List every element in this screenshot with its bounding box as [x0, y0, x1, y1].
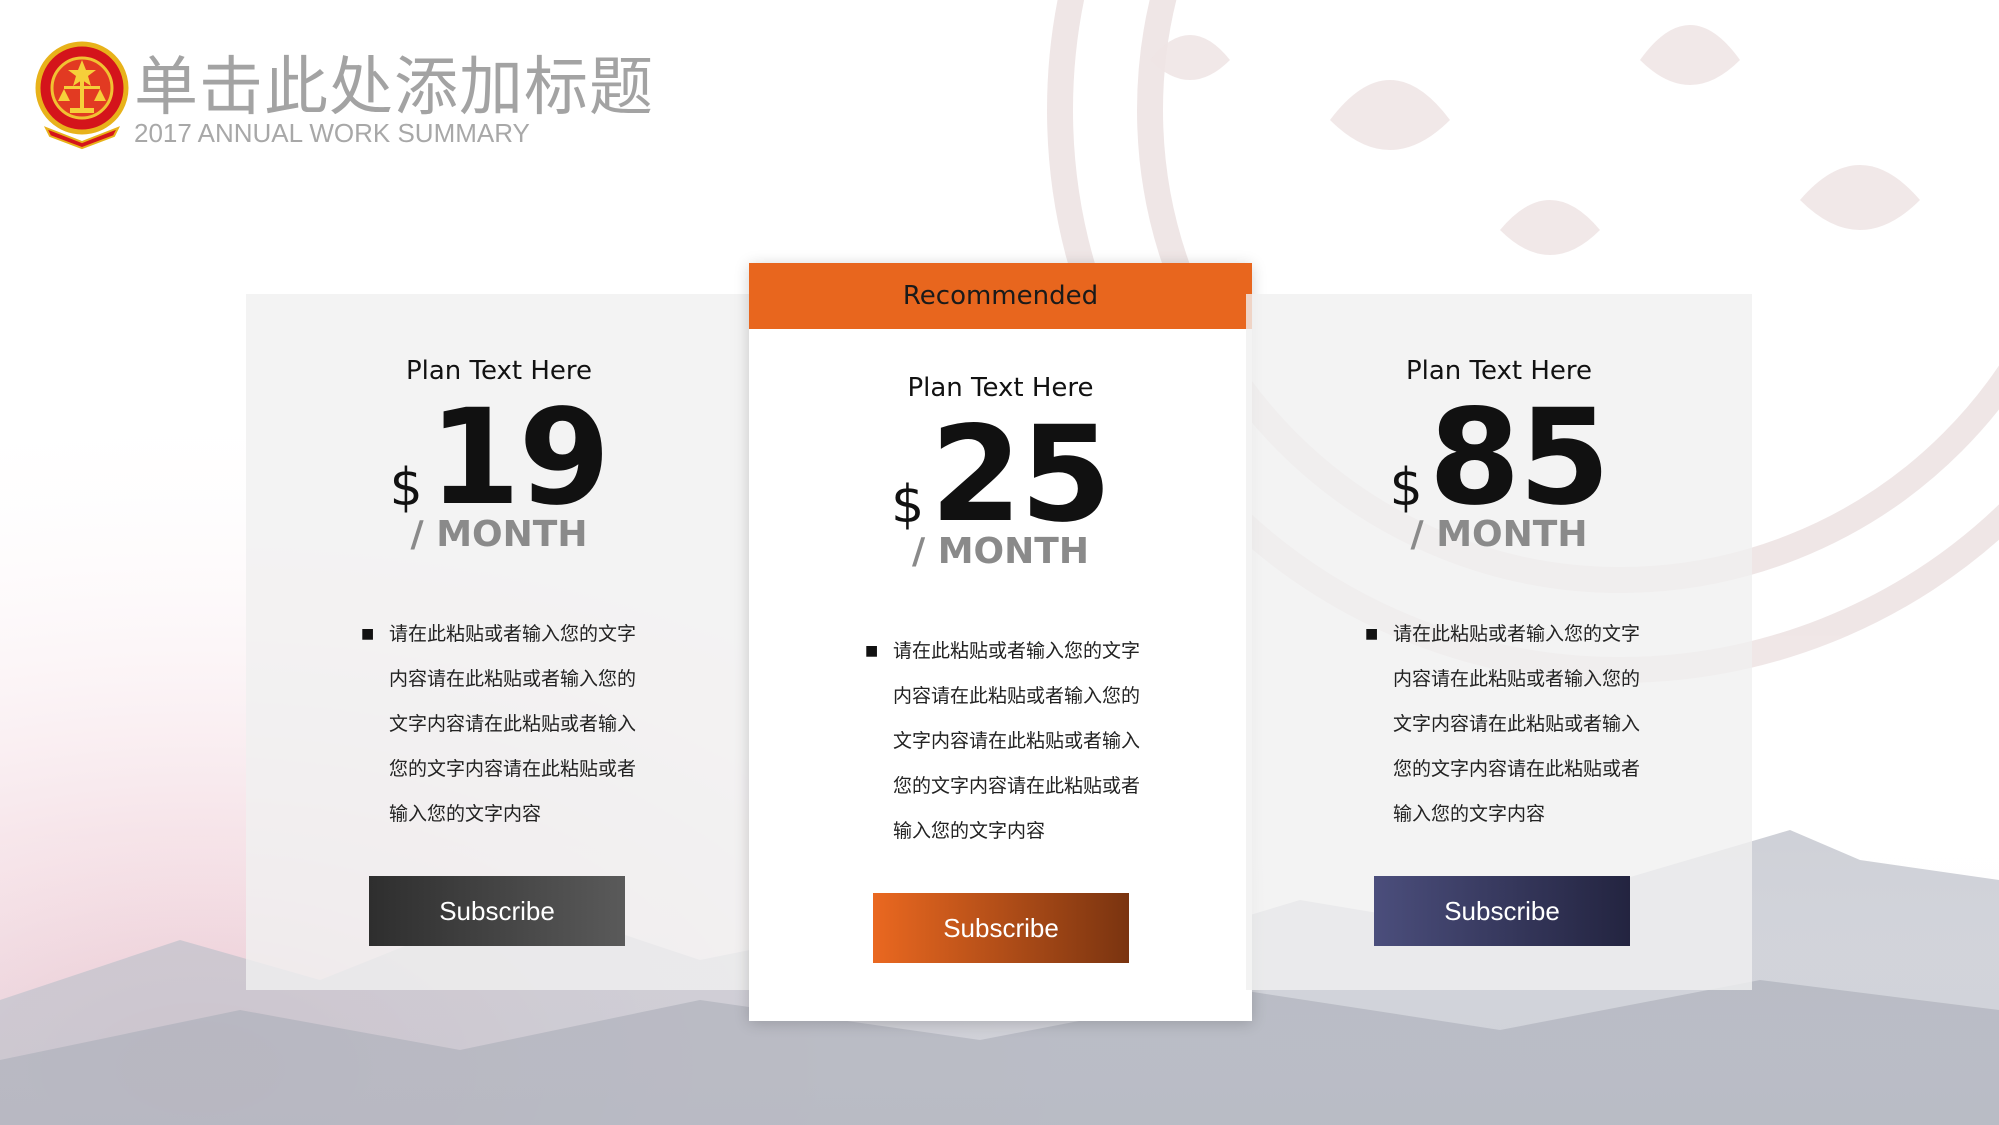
price-period: / MONTH: [912, 531, 1089, 572]
description-line: 文字内容请在此粘贴或者输入: [389, 713, 637, 735]
subscribe-button-recommended[interactable]: Subscribe: [873, 893, 1129, 963]
price-amount: 19: [428, 381, 611, 535]
plan-price: $ 25: [749, 409, 1252, 541]
pricing-card-recommended: Recommended Plan Text Here $ 25 / MONTH …: [749, 263, 1252, 1021]
plan-description: ■ 请在此粘贴或者输入您的文字 内容请在此粘贴或者输入您的 文字内容请在此粘贴或…: [1365, 612, 1663, 837]
subscribe-button-basic[interactable]: Subscribe: [369, 876, 625, 946]
description-line: 文字内容请在此粘贴或者输入: [893, 730, 1141, 752]
description-line: 您的文字内容请在此粘贴或者: [1393, 758, 1641, 780]
bullet-icon: ■: [361, 626, 375, 642]
bullet-icon: ■: [1365, 626, 1379, 642]
description-line: 请在此粘贴或者输入您的文字: [389, 623, 637, 645]
description-line: 您的文字内容请在此粘贴或者: [893, 775, 1141, 797]
plan-price: $ 85: [1246, 392, 1752, 524]
description-line: 输入您的文字内容: [1393, 803, 1546, 825]
price-amount: 25: [930, 398, 1112, 552]
description-line: 内容请在此粘贴或者输入您的: [893, 685, 1141, 707]
plan-price: $ 19: [246, 392, 752, 524]
bullet-icon: ■: [865, 643, 879, 659]
description-line: 您的文字内容请在此粘贴或者: [389, 758, 637, 780]
description-line: 内容请在此粘贴或者输入您的: [1393, 668, 1641, 690]
page-subtitle: 2017 ANNUAL WORK SUMMARY: [134, 118, 530, 148]
description-line: 请在此粘贴或者输入您的文字: [1393, 623, 1641, 645]
plan-description: ■ 请在此粘贴或者输入您的文字 内容请在此粘贴或者输入您的 文字内容请在此粘贴或…: [865, 629, 1163, 854]
description-line: 内容请在此粘贴或者输入您的: [389, 668, 637, 690]
header: 单击此处添加标题 2017 ANNUAL WORK SUMMARY: [34, 36, 934, 156]
price-period: / MONTH: [410, 514, 588, 555]
pricing-card-premium: Plan Text Here $ 85 / MONTH ■ 请在此粘贴或者输入您…: [1246, 294, 1752, 990]
pricing-card-basic: Plan Text Here $ 19 / MONTH ■ 请在此粘贴或者输入您…: [246, 294, 752, 990]
plan-description: ■ 请在此粘贴或者输入您的文字 内容请在此粘贴或者输入您的 文字内容请在此粘贴或…: [361, 612, 659, 837]
price-amount: 85: [1428, 381, 1611, 535]
subscribe-button-premium[interactable]: Subscribe: [1374, 876, 1630, 946]
description-line: 请在此粘贴或者输入您的文字: [893, 640, 1141, 662]
court-emblem-logo: [35, 41, 129, 150]
page-title: 单击此处添加标题: [134, 51, 654, 125]
currency-symbol: $: [891, 475, 925, 535]
currency-symbol: $: [1389, 458, 1423, 518]
price-period: / MONTH: [1410, 514, 1588, 555]
description-line: 输入您的文字内容: [893, 820, 1046, 842]
description-line: 文字内容请在此粘贴或者输入: [1393, 713, 1641, 735]
currency-symbol: $: [389, 458, 423, 518]
recommended-badge: Recommended: [749, 263, 1252, 329]
description-line: 输入您的文字内容: [389, 803, 542, 825]
